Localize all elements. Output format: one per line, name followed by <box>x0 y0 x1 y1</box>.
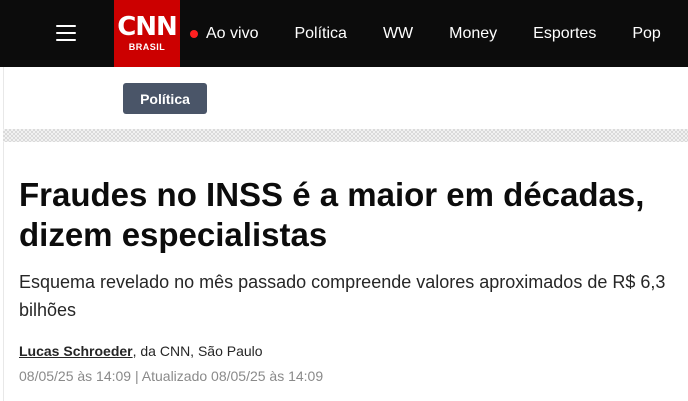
main-nav: Ao vivo Política WW Money Esportes Pop <box>190 0 688 67</box>
nav-item-label: Esportes <box>533 24 597 42</box>
article-headline: Fraudes no INSS é a maior em décadas, di… <box>19 176 645 253</box>
menu-icon[interactable] <box>56 25 76 41</box>
nav-item-ao-vivo[interactable]: Ao vivo <box>190 25 258 43</box>
byline: Lucas Schroeder, da CNN, São Paulo <box>19 343 263 359</box>
nav-item-esportes[interactable]: Esportes <box>533 25 596 43</box>
section-bar <box>3 67 688 129</box>
article-dates: 08/05/25 às 14:09 | Atualizado 08/05/25 … <box>19 368 323 384</box>
top-navigation-bar: CNN BRASIL Ao vivo Política WW Money Esp… <box>0 0 688 67</box>
author-link[interactable]: Lucas Schroeder <box>19 343 133 359</box>
cnn-brasil-logo[interactable]: CNN BRASIL <box>114 0 180 67</box>
byline-suffix: , da CNN, São Paulo <box>132 343 263 359</box>
updated-date: Atualizado 08/05/25 às 14:09 <box>141 368 324 384</box>
logo-subtext: BRASIL <box>128 42 166 52</box>
nav-item-money[interactable]: Money <box>449 25 497 43</box>
menu-icon-line <box>56 32 76 34</box>
menu-icon-line <box>56 39 76 41</box>
nav-item-label: Política <box>294 24 347 42</box>
live-dot-icon <box>190 29 198 38</box>
nav-item-label: Ao vivo <box>206 24 259 42</box>
divider-pattern <box>3 129 688 142</box>
published-date: 08/05/25 às 14:09 <box>19 368 132 384</box>
nav-item-label: Money <box>449 24 498 42</box>
nav-item-ww[interactable]: WW <box>383 25 413 43</box>
logo-text: CNN <box>117 12 178 42</box>
nav-item-label: Pop <box>632 24 661 42</box>
section-tag-button[interactable]: Política <box>123 83 207 114</box>
nav-item-pop[interactable]: Pop <box>632 25 660 43</box>
nav-item-label: WW <box>382 24 414 42</box>
nav-item-politica[interactable]: Política <box>294 25 346 43</box>
menu-icon-line <box>56 25 76 27</box>
date-separator: | <box>131 368 142 384</box>
article-subheadline: Esquema revelado no mês passado compreen… <box>19 272 666 320</box>
